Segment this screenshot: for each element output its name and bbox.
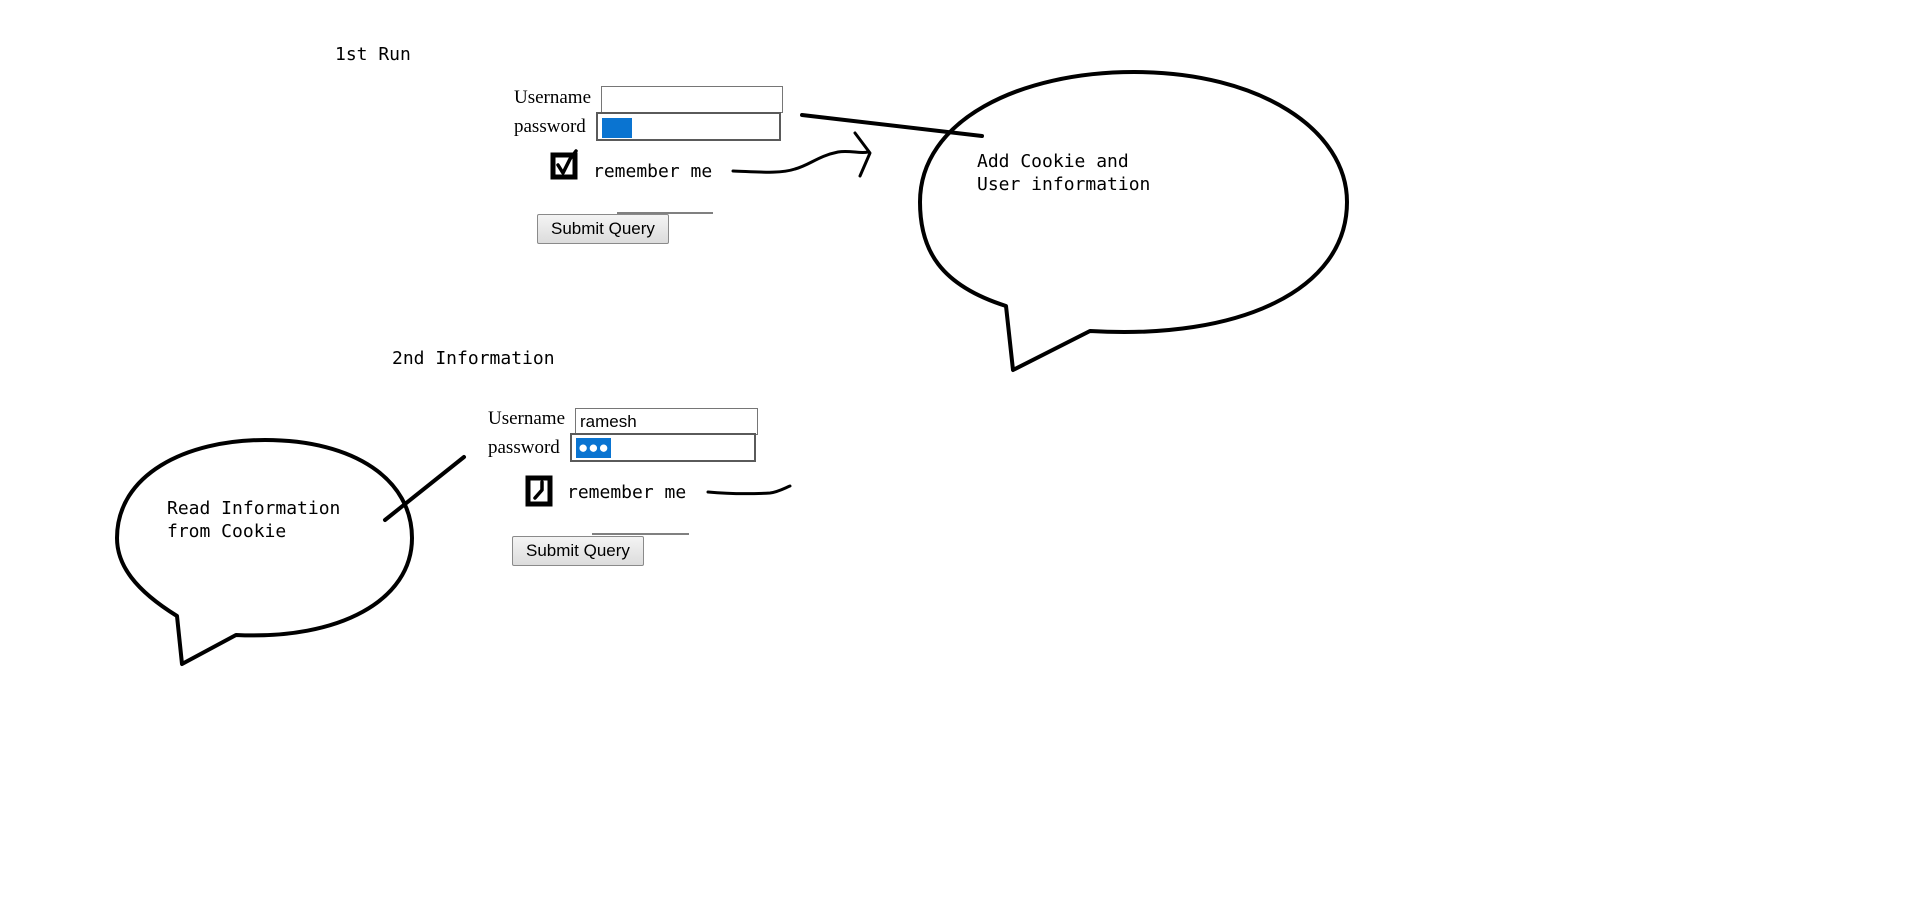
section1-title: 1st Run — [335, 44, 411, 65]
section2-username-input[interactable]: ramesh — [575, 408, 758, 435]
section2-title: 2nd Information — [392, 348, 555, 369]
section1-submit-button[interactable]: Submit Query — [537, 214, 669, 244]
section2-username-label: Username — [488, 408, 566, 429]
section2-bubble-text: Read Information from Cookie — [167, 498, 341, 542]
section2-password-input[interactable]: ●●● — [570, 433, 756, 462]
section2-submit-button[interactable]: Submit Query — [512, 536, 644, 566]
section1-bubble-text: Add Cookie and User information — [977, 151, 1151, 195]
hand-drawn-arrow-icon — [731, 149, 870, 174]
bubble-connector-line — [383, 455, 466, 522]
section2-password-label: password — [488, 437, 560, 458]
section1-username-label: Username — [514, 87, 592, 108]
section1-username-input[interactable] — [601, 86, 783, 113]
section1-password-label: password — [514, 116, 586, 137]
section2-password-value: ●●● — [576, 438, 611, 458]
annotation-overlay — [115, 70, 1349, 666]
section1-remember-checkbox[interactable] — [550, 149, 579, 184]
bubble-connector-line — [800, 113, 984, 138]
text-selection-highlight — [602, 117, 632, 138]
section1-remember-label: remember me — [593, 161, 713, 182]
speech-bubble-1 — [918, 70, 1349, 372]
check-icon — [525, 475, 553, 507]
speech-bubble-2 — [115, 438, 414, 666]
arrow-head-icon — [853, 131, 872, 178]
check-icon — [550, 149, 578, 180]
section2-username-value: ramesh — [580, 412, 637, 431]
section2-remember-label: remember me — [567, 482, 687, 503]
section1-password-input[interactable] — [596, 112, 781, 141]
hand-drawn-stroke — [706, 484, 792, 496]
section2-remember-checkbox[interactable] — [525, 475, 554, 507]
